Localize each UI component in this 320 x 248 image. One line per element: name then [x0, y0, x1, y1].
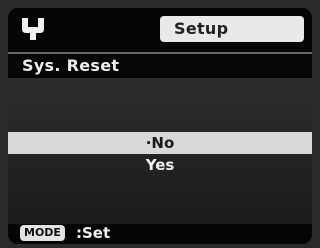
section-title: Sys. Reset — [22, 56, 120, 75]
page-title: Setup — [174, 19, 229, 38]
header-divider — [8, 52, 312, 54]
camera-menu-screen: Setup Sys. Reset ·No Yes MODE :Set — [8, 8, 312, 244]
menu-header: Setup — [8, 8, 312, 48]
mode-button[interactable]: MODE — [20, 225, 65, 241]
option-no[interactable]: ·No — [8, 132, 312, 154]
footer-bar: MODE :Set — [8, 224, 312, 244]
option-yes[interactable]: Yes — [8, 154, 312, 176]
options-list: ·No Yes — [8, 78, 312, 224]
setup-tab[interactable]: Setup — [160, 16, 304, 42]
footer-action: :Set — [76, 224, 111, 242]
wrench-icon — [22, 18, 44, 40]
